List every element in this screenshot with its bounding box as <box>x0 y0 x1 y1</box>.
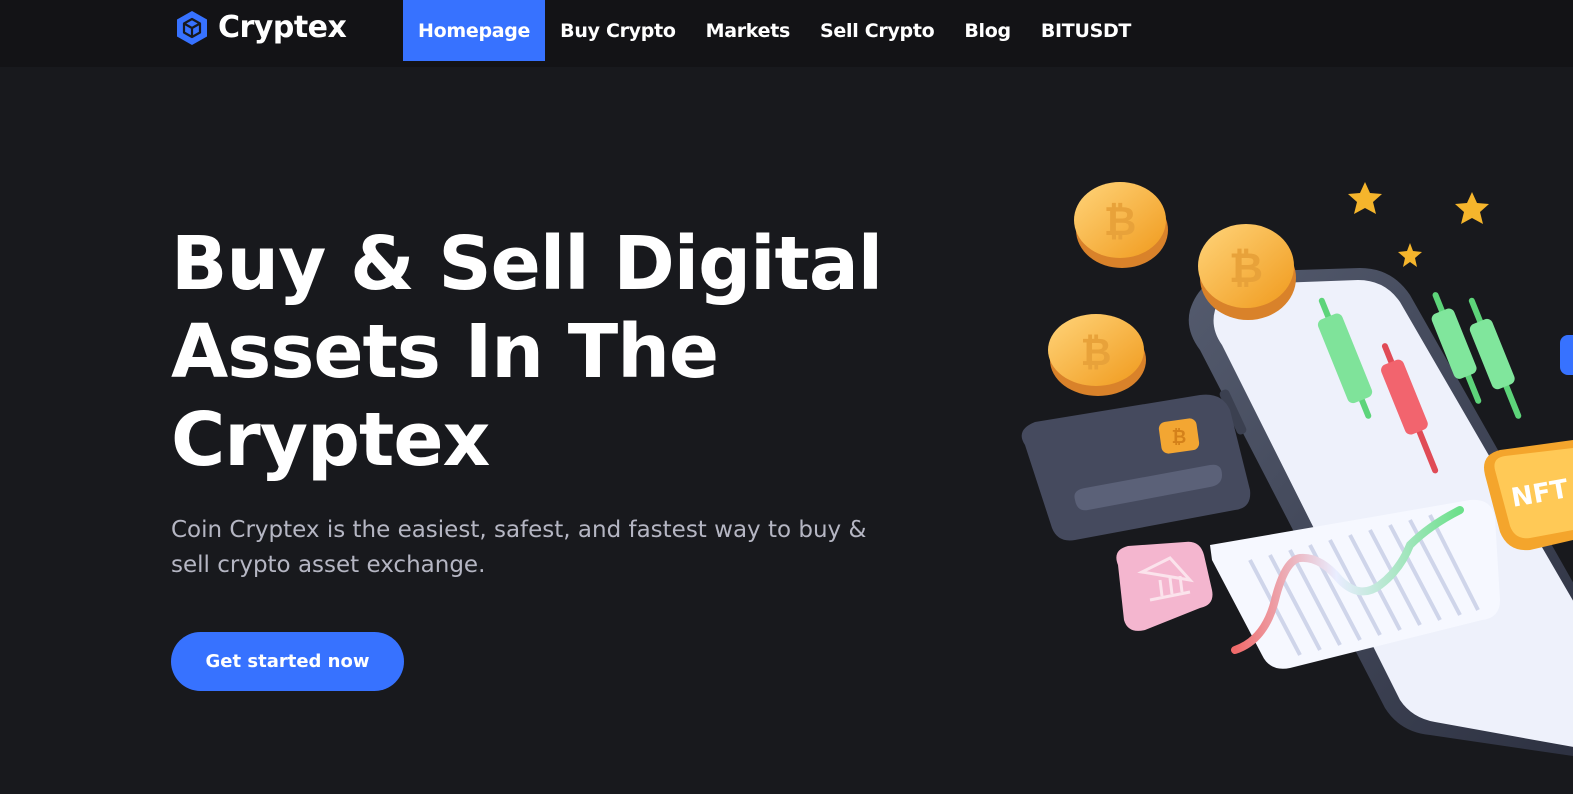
cube-logo-icon <box>177 11 207 45</box>
coin-symbol: ₿ <box>1081 330 1112 374</box>
hero-illustration: ₿ NFT ₿ ₿ ₿ <box>1021 182 1573 757</box>
nav-item-blog[interactable]: Blog <box>949 0 1025 61</box>
hero-title-line: Cryptex <box>171 397 490 483</box>
coin-symbol: ₿ <box>1229 243 1263 292</box>
top-navbar: Cryptex Homepage Buy Crypto Markets Sell… <box>0 0 1573 67</box>
hero-title: Buy & Sell Digital Assets In The Cryptex <box>171 220 931 484</box>
brand-logo[interactable]: Cryptex <box>175 10 347 46</box>
nav-item-markets[interactable]: Markets <box>691 0 805 61</box>
star-icon <box>1398 243 1422 267</box>
bitcoin-coin-icon: ₿ <box>1048 314 1146 396</box>
star-icon <box>1348 182 1382 214</box>
main-nav: Homepage Buy Crypto Markets Sell Crypto … <box>403 0 1146 61</box>
coin-symbol: ₿ <box>1172 427 1187 448</box>
nav-item-buy-crypto[interactable]: Buy Crypto <box>545 0 690 61</box>
bank-icon <box>1116 541 1213 631</box>
hero-title-line: Assets In The <box>171 309 719 395</box>
nav-item-sell-crypto[interactable]: Sell Crypto <box>805 0 949 61</box>
bitcoin-coin-icon: ₿ <box>1198 224 1296 320</box>
coin-symbol: ₿ <box>1104 199 1137 245</box>
nav-item-homepage[interactable]: Homepage <box>403 0 546 61</box>
get-started-button[interactable]: Get started now <box>171 632 404 691</box>
bitcoin-coin-icon: ₿ <box>1074 182 1168 268</box>
credit-card-icon: ₿ <box>1021 394 1251 541</box>
hero-subtitle: Coin Cryptex is the easiest, safest, and… <box>171 517 867 578</box>
nav-item-bitusdt[interactable]: BITUSDT <box>1026 0 1146 61</box>
star-icon <box>1455 192 1489 224</box>
brand-name: Cryptex <box>218 10 347 45</box>
hero-title-line: Buy & Sell Digital <box>171 221 883 307</box>
